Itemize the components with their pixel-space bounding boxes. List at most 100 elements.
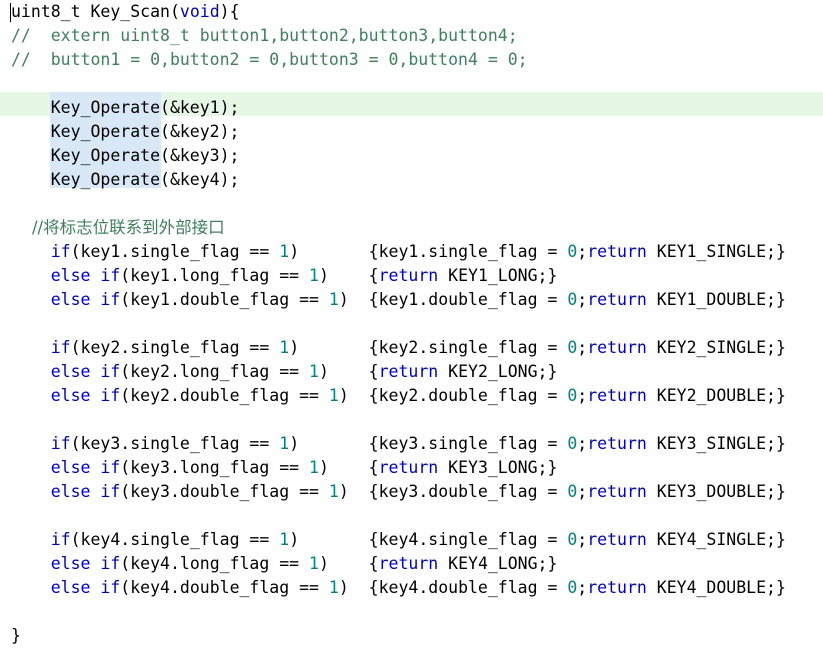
code-token: (key2.single_flag == bbox=[70, 338, 280, 357]
code-line[interactable]: else if(key1.double_flag == 1) {key1.dou… bbox=[0, 288, 823, 312]
code-line[interactable]: //将标志位联系到外部接口 bbox=[0, 216, 823, 240]
code-line[interactable]: uint8_t Key_Scan(void){ bbox=[0, 0, 823, 24]
code-token: ; bbox=[577, 386, 588, 405]
code-token: return bbox=[587, 242, 647, 261]
code-token: (key2.long_flag == bbox=[120, 362, 310, 381]
code-line-text: uint8_t Key_Scan(void){ bbox=[11, 0, 240, 24]
code-token: KEY4_SINGLE;} bbox=[646, 530, 786, 549]
code-token: (key1.long_flag == bbox=[120, 266, 310, 285]
code-token: return bbox=[378, 266, 439, 285]
code-token: ) {key2.single_flag = bbox=[289, 338, 568, 357]
code-token: 1 bbox=[279, 338, 290, 357]
code-line-text: if(key2.single_flag == 1) {key2.single_f… bbox=[11, 336, 786, 360]
code-line[interactable]: // extern uint8_t button1,button2,button… bbox=[0, 24, 823, 48]
code-token: return bbox=[587, 530, 647, 549]
code-line[interactable]: else if(key2.double_flag == 1) {key2.dou… bbox=[0, 384, 823, 408]
code-line[interactable] bbox=[0, 408, 823, 432]
code-token: if bbox=[50, 530, 71, 549]
code-line-text: Key_Operate(&key4); bbox=[11, 168, 240, 192]
code-token: 1 bbox=[328, 290, 339, 309]
code-token: 1 bbox=[309, 458, 319, 477]
code-token: return bbox=[378, 458, 439, 477]
code-token: Key_Operate(&key2); bbox=[11, 122, 240, 141]
code-token: 1 bbox=[328, 482, 339, 501]
code-token: ) {key3.double_flag = bbox=[338, 482, 568, 501]
code-token: (key4.double_flag == bbox=[120, 578, 329, 597]
code-token: 0 bbox=[567, 242, 578, 261]
code-line-text: Key_Operate(&key2); bbox=[11, 120, 240, 144]
code-token: // button1 = 0,button2 = 0,button3 = 0,b… bbox=[11, 50, 528, 69]
code-token: KEY1_SINGLE;} bbox=[646, 242, 786, 261]
code-line[interactable]: Key_Operate(&key2); bbox=[0, 120, 823, 144]
code-line[interactable]: else if(key1.long_flag == 1) {return KEY… bbox=[0, 264, 823, 288]
code-token: ) {key4.double_flag = bbox=[338, 578, 568, 597]
code-line[interactable]: else if(key3.double_flag == 1) {key3.dou… bbox=[0, 480, 823, 504]
code-token: else if bbox=[50, 266, 121, 285]
code-line[interactable]: if(key4.single_flag == 1) {key4.single_f… bbox=[0, 528, 823, 552]
code-line[interactable]: if(key1.single_flag == 1) {key1.single_f… bbox=[0, 240, 823, 264]
code-line-text: else if(key2.double_flag == 1) {key2.dou… bbox=[11, 384, 786, 408]
code-line-text: else if(key3.double_flag == 1) {key3.dou… bbox=[11, 480, 786, 504]
code-line[interactable] bbox=[0, 72, 823, 96]
code-editor[interactable]: uint8_t Key_Scan(void){ // extern uint8_t… bbox=[0, 0, 823, 645]
code-line-text: if(key3.single_flag == 1) {key3.single_f… bbox=[11, 432, 786, 456]
code-token: return bbox=[587, 578, 647, 597]
code-token: (key1.double_flag == bbox=[120, 290, 329, 309]
code-token: 1 bbox=[309, 362, 319, 381]
code-token: KEY4_LONG;} bbox=[438, 554, 558, 573]
code-token: else if bbox=[50, 482, 121, 501]
code-token: return bbox=[587, 290, 647, 309]
code-token: // extern uint8_t button1,button2,button… bbox=[11, 26, 518, 45]
code-line[interactable]: Key_Operate(&key4); bbox=[0, 168, 823, 192]
code-line[interactable]: if(key2.single_flag == 1) {key2.single_f… bbox=[0, 336, 823, 360]
code-token: ){ bbox=[219, 2, 240, 21]
code-line[interactable]: } bbox=[0, 624, 823, 648]
code-token: KEY1_LONG;} bbox=[438, 266, 558, 285]
code-token: KEY3_LONG;} bbox=[438, 458, 558, 477]
code-token: ; bbox=[577, 482, 588, 501]
code-token: ) { bbox=[318, 554, 379, 573]
code-token: ; bbox=[577, 242, 588, 261]
code-line[interactable]: if(key3.single_flag == 1) {key3.single_f… bbox=[0, 432, 823, 456]
code-line[interactable]: else if(key2.long_flag == 1) {return KEY… bbox=[0, 360, 823, 384]
code-token: KEY1_DOUBLE;} bbox=[646, 290, 786, 309]
code-line-text: // button1 = 0,button2 = 0,button3 = 0,b… bbox=[11, 48, 528, 72]
code-line[interactable]: else if(key3.long_flag == 1) {return KEY… bbox=[0, 456, 823, 480]
code-token: return bbox=[378, 362, 439, 381]
code-token: ; bbox=[577, 290, 588, 309]
code-token: 0 bbox=[567, 578, 578, 597]
code-token: 1 bbox=[309, 554, 319, 573]
code-line[interactable]: else if(key4.long_flag == 1) {return KEY… bbox=[0, 552, 823, 576]
code-token: 0 bbox=[567, 530, 578, 549]
code-token: ; bbox=[577, 578, 588, 597]
code-line[interactable] bbox=[0, 312, 823, 336]
code-line[interactable]: else if(key4.double_flag == 1) {key4.dou… bbox=[0, 576, 823, 600]
code-token: KEY4_DOUBLE;} bbox=[646, 578, 786, 597]
code-line[interactable]: // button1 = 0,button2 = 0,button3 = 0,b… bbox=[0, 48, 823, 72]
code-line[interactable]: Key_Operate(&key3); bbox=[0, 144, 823, 168]
code-token: ; bbox=[577, 338, 588, 357]
code-line[interactable] bbox=[0, 192, 823, 216]
code-line[interactable] bbox=[0, 504, 823, 528]
code-line-text: else if(key1.double_flag == 1) {key1.dou… bbox=[11, 288, 786, 312]
code-token: (key3.long_flag == bbox=[120, 458, 310, 477]
code-token: ; bbox=[577, 434, 588, 453]
code-token: ) {key3.single_flag = bbox=[289, 434, 568, 453]
code-token: 0 bbox=[567, 338, 578, 357]
code-token: uint8_t Key_Scan( bbox=[11, 2, 180, 21]
code-token: 0 bbox=[567, 290, 578, 309]
code-token: 1 bbox=[328, 578, 339, 597]
code-token: else if bbox=[50, 554, 121, 573]
code-line[interactable] bbox=[0, 600, 823, 624]
code-token: 1 bbox=[279, 242, 290, 261]
code-token: Key_Operate(&key3); bbox=[11, 146, 240, 165]
code-line[interactable]: Key_Operate(&key1); bbox=[0, 96, 823, 120]
code-line-text: if(key1.single_flag == 1) {key1.single_f… bbox=[11, 240, 786, 264]
